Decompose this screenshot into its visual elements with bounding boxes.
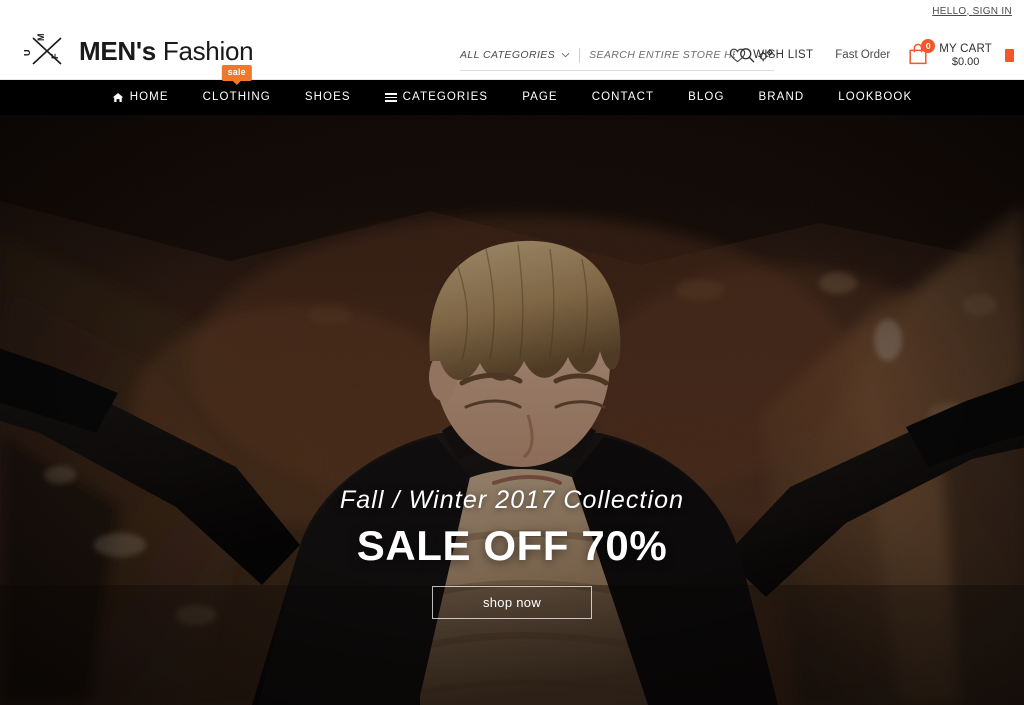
cart-text: MY CART $0.00 [939,42,992,69]
hero-subtitle: Fall / Winter 2017 Collection [339,486,685,514]
nav-item-shoes[interactable]: SHOES [288,80,368,115]
nav-item-home[interactable]: HOME [95,80,186,115]
svg-text:F: F [50,53,60,59]
nav-label-categories: CATEGORIES [402,91,489,103]
wishlist-label: WISH LIST [753,49,814,62]
nav-item-categories[interactable]: CATEGORIES [368,80,506,115]
hamburger-icon [384,93,397,102]
nav-label-brand: BRAND [758,91,805,103]
category-dropdown[interactable]: ALL CATEGORIES [460,49,570,61]
top-utility-bar: HELLO, SIGN IN [0,0,1024,22]
nav-label-shoes: SHOES [304,91,351,103]
category-dropdown-label: ALL CATEGORIES [460,49,556,61]
shop-now-button[interactable]: shop now [432,586,592,620]
nav-item-blog[interactable]: BLOG [671,80,741,115]
nav-label-blog: BLOG [688,91,725,103]
svg-text:M: M [36,33,46,41]
nav-label-page: PAGE [522,91,558,103]
umf-monogram-icon: U M F [24,33,62,65]
hero-banner[interactable]: Fall / Winter 2017 Collection SALE OFF 7… [0,115,1024,705]
cart-total: $0.00 [951,55,980,68]
nav-item-contact[interactable]: CONTACT [575,80,671,115]
nav-item-page[interactable]: PAGE [505,80,575,115]
search-input[interactable] [589,49,735,61]
site-header: U M F MEN's Fashion ALL CATEGORIES [0,22,1024,80]
search-divider [579,47,581,63]
main-navigation: HOME sale CLOTHING SHOES CATEGORIES PAGE… [0,65,1024,115]
sale-badge: sale [221,65,252,81]
nav-item-clothing[interactable]: sale CLOTHING [186,65,288,115]
wishlist-link[interactable]: WISH LIST [729,48,813,63]
logo-word-light: Fashion [162,35,254,66]
logo-word-bold: MEN's [79,35,156,66]
heart-icon [729,48,746,62]
nav-label-clothing: CLOTHING [202,91,271,103]
logo-wordmark: MEN's Fashion [79,35,254,66]
search-bar: ALL CATEGORIES [460,47,774,71]
cart-label: MY CART [939,42,992,55]
site-logo[interactable]: U M F MEN's Fashion [24,29,254,73]
sign-in-link[interactable]: HELLO, SIGN IN [932,6,1012,17]
nav-item-lookbook[interactable]: LOOKBOOK [821,80,929,115]
hero-content: Fall / Winter 2017 Collection SALE OFF 7… [0,486,1024,620]
hero-title: SALE OFF 70% [356,521,668,569]
nav-label-lookbook: LOOKBOOK [838,91,913,103]
cart-count-badge: 0 [921,39,936,54]
fast-order-link[interactable]: Fast Order [835,49,890,61]
svg-text:U: U [24,49,32,56]
nav-label-contact: CONTACT [591,91,655,103]
cart-panel-toggle[interactable] [1005,48,1014,62]
cart-icon-wrapper: 0 [906,39,936,68]
header-actions: WISH LIST Fast Order 0 MY CART $0.00 [729,39,1014,69]
cart-link[interactable]: 0 MY CART $0.00 [906,39,992,69]
nav-item-brand[interactable]: BRAND [742,80,822,115]
nav-label-home: HOME [129,91,169,103]
chevron-down-icon [561,52,570,58]
home-icon [112,93,124,103]
